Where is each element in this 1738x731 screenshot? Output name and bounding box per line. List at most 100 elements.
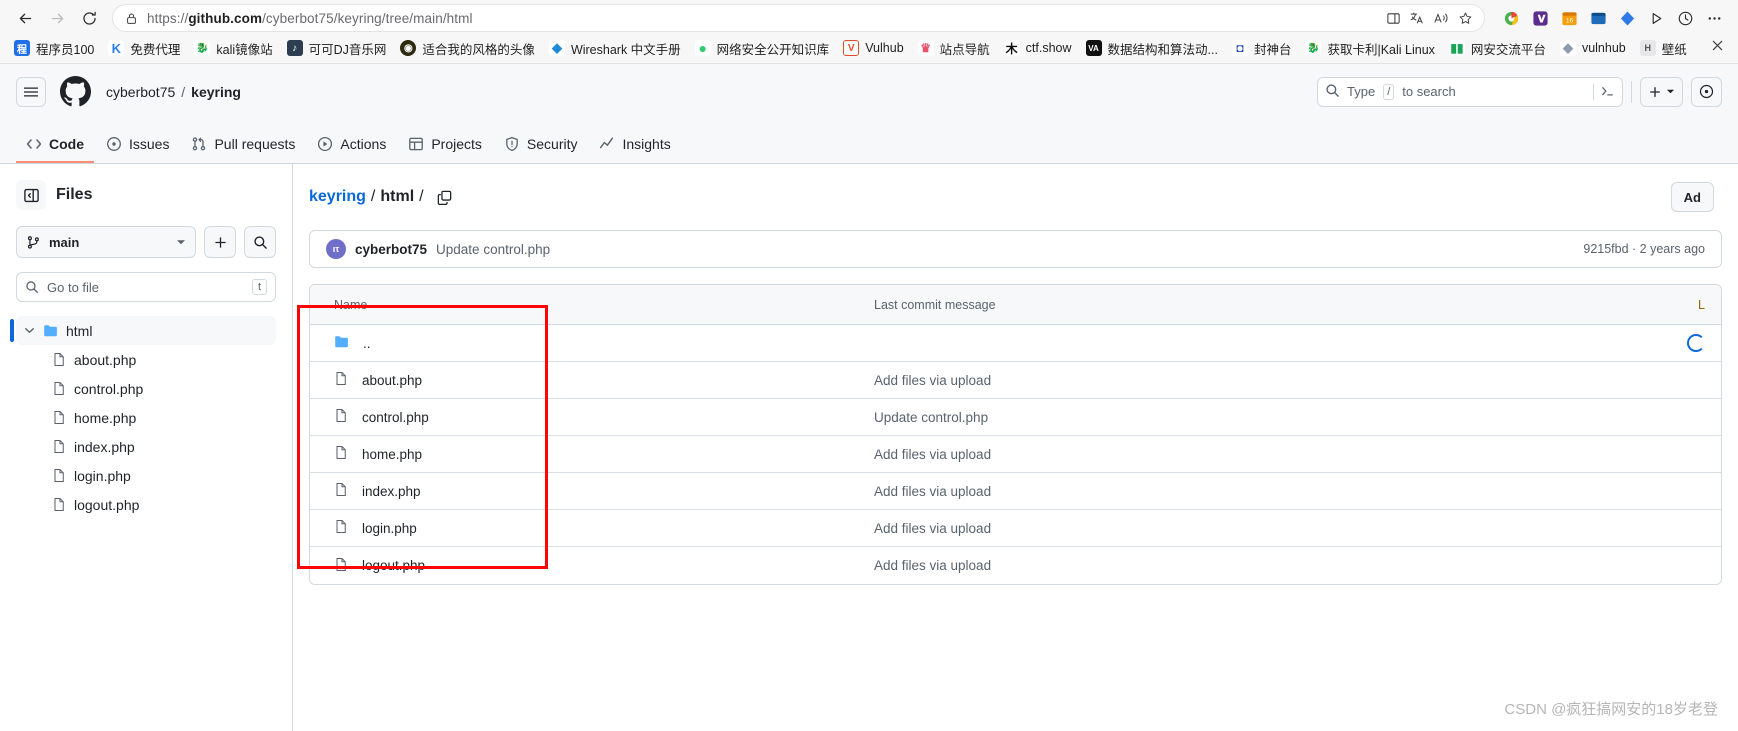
tab-security[interactable]: Security [494, 127, 588, 163]
bookmark-item[interactable]: ◉ 适合我的风格的头像 [394, 36, 541, 61]
extension-calendar-icon[interactable]: 16 [1555, 4, 1583, 32]
bookmark-item[interactable]: ◆ Wireshark 中文手册 [543, 36, 687, 61]
github-header: cyberbot75 / keyring Type / to search [0, 64, 1738, 120]
tree-item-file[interactable]: logout.php [16, 490, 276, 519]
bookmark-item[interactable]: ◘ 封神台 [1226, 36, 1298, 61]
file-name-link[interactable]: about.php [362, 373, 422, 388]
search-icon [1325, 83, 1340, 101]
bookmark-item[interactable]: 程程序员100 [8, 36, 100, 61]
search-input[interactable]: Type / to search [1317, 76, 1623, 107]
issues-button[interactable] [1691, 76, 1722, 107]
tab-pull-requests[interactable]: Pull requests [181, 127, 305, 163]
bookmark-item[interactable]: ▮▮ 网安交流平台 [1443, 36, 1552, 61]
bookmark-label: 网安交流平台 [1470, 42, 1546, 57]
reload-icon[interactable] [74, 4, 104, 32]
table-row[interactable]: login.php Add files via upload [310, 510, 1721, 547]
read-aloud-icon[interactable] [1430, 7, 1452, 29]
file-name-link[interactable]: home.php [362, 447, 422, 462]
commit-message-cell[interactable]: Add files via upload [858, 558, 1581, 573]
address-bar[interactable]: https://github.com/cyberbot75/keyring/tr… [112, 4, 1485, 32]
repo-owner-link[interactable]: cyberbot75 [106, 84, 175, 100]
table-header-row: Name Last commit message L [310, 285, 1721, 325]
tree-item-folder-html[interactable]: html [10, 316, 276, 345]
bookmark-label: 网络安全公开知识库 [716, 42, 830, 57]
tab-insights[interactable]: Insights [589, 127, 680, 163]
file-name-link[interactable]: control.php [362, 410, 429, 425]
commit-message-cell[interactable]: Add files via upload [858, 447, 1581, 462]
add-file-button[interactable]: Ad [1670, 182, 1714, 212]
commit-author-link[interactable]: cyberbot75 [355, 242, 427, 257]
table-row[interactable]: .. [310, 325, 1721, 362]
extension-window-icon[interactable] [1584, 4, 1612, 32]
media-play-icon[interactable] [1642, 4, 1670, 32]
bookmark-item[interactable]: ♛ 站点导航 [912, 36, 996, 61]
bookmark-item[interactable]: ◆ vulnhub [1554, 37, 1632, 59]
breadcrumb-repo-link[interactable]: keyring [309, 188, 366, 206]
tab-actions[interactable]: Actions [307, 127, 396, 163]
create-new-button[interactable] [1640, 76, 1683, 107]
git-pull-request-icon [191, 136, 207, 152]
bookmark-item[interactable]: 木 ctf.show [998, 37, 1078, 59]
branch-selector[interactable]: main [16, 226, 196, 258]
favorite-star-icon[interactable] [1454, 7, 1476, 29]
back-arrow-icon[interactable] [10, 4, 40, 32]
extension-blue-diamond-icon[interactable] [1613, 4, 1641, 32]
tree-item-file[interactable]: control.php [16, 374, 276, 403]
commit-message-cell[interactable]: Add files via upload [858, 521, 1581, 536]
column-header-commit-message: Last commit message [874, 297, 996, 312]
bookmark-item[interactable]: V Vulhub [837, 37, 909, 59]
commit-message-cell[interactable]: Add files via upload [858, 373, 1581, 388]
tree-item-file[interactable]: login.php [16, 461, 276, 490]
repo-name-link[interactable]: keyring [191, 84, 241, 100]
sidebar-toggle-icon[interactable] [16, 180, 46, 210]
bookmark-item[interactable]: ● 网络安全公开知识库 [689, 36, 836, 61]
bookmark-item[interactable]: K 免费代理 [102, 36, 186, 61]
add-file-sidebar-button[interactable] [204, 226, 236, 258]
bookmark-item[interactable]: VA 数据结构和算法动... [1080, 36, 1224, 61]
bookmark-item[interactable]: H 壁纸 [1634, 36, 1693, 61]
commit-message-cell[interactable]: Add files via upload [858, 484, 1581, 499]
github-header-actions: Type / to search [1317, 76, 1722, 107]
tree-item-file[interactable]: index.php [16, 432, 276, 461]
command-palette-icon[interactable] [1593, 83, 1615, 100]
browser-menu-icon[interactable] [1700, 4, 1728, 32]
github-logo-icon[interactable] [60, 76, 91, 107]
tree-item-label: html [66, 322, 93, 339]
hamburger-menu-icon[interactable] [16, 76, 46, 107]
tab-code[interactable]: Code [16, 127, 94, 163]
bookmark-item[interactable]: ♪ 可可DJ音乐网 [281, 36, 393, 61]
table-row[interactable]: logout.php Add files via upload [310, 547, 1721, 584]
commit-message-cell[interactable]: Update control.php [858, 410, 1581, 425]
bookmarks-close-icon[interactable] [1705, 37, 1730, 59]
table-row[interactable]: control.php Update control.php [310, 399, 1721, 436]
copy-path-icon[interactable] [436, 189, 453, 206]
table-row[interactable]: about.php Add files via upload [310, 362, 1721, 399]
file-name-link[interactable]: index.php [362, 484, 421, 499]
extension-purple-icon[interactable] [1526, 4, 1554, 32]
avatar[interactable]: ιτ [326, 239, 346, 259]
sidebar-search-button[interactable] [244, 226, 276, 258]
tree-item-file[interactable]: about.php [16, 345, 276, 374]
file-name-link[interactable]: login.php [362, 521, 417, 536]
tree-item-file[interactable]: home.php [16, 403, 276, 432]
bookmark-item[interactable]: 🐉 获取卡利|Kali Linux [1299, 36, 1440, 61]
tab-issues[interactable]: Issues [96, 127, 179, 163]
search-placeholder-suffix: to search [1402, 84, 1456, 99]
split-screen-icon[interactable] [1382, 7, 1404, 29]
file-name-link[interactable]: logout.php [362, 558, 425, 573]
translate-icon[interactable] [1406, 7, 1428, 29]
play-icon [317, 136, 333, 152]
tab-projects[interactable]: Projects [398, 127, 492, 163]
table-row[interactable]: home.php Add files via upload [310, 436, 1721, 473]
bookmark-item[interactable]: 🐉 kali镜像站 [188, 36, 278, 61]
extension-colorful-icon[interactable] [1497, 4, 1525, 32]
history-icon[interactable] [1671, 4, 1699, 32]
files-title: Files [56, 186, 93, 203]
table-row[interactable]: index.php Add files via upload [310, 473, 1721, 510]
forward-arrow-icon[interactable] [42, 4, 72, 32]
commit-message-link[interactable]: Update control.php [436, 242, 550, 257]
file-name-link[interactable]: .. [363, 336, 371, 351]
search-icon [26, 281, 38, 293]
go-to-file-input[interactable]: Go to file t [16, 272, 276, 302]
file-icon [52, 381, 67, 396]
